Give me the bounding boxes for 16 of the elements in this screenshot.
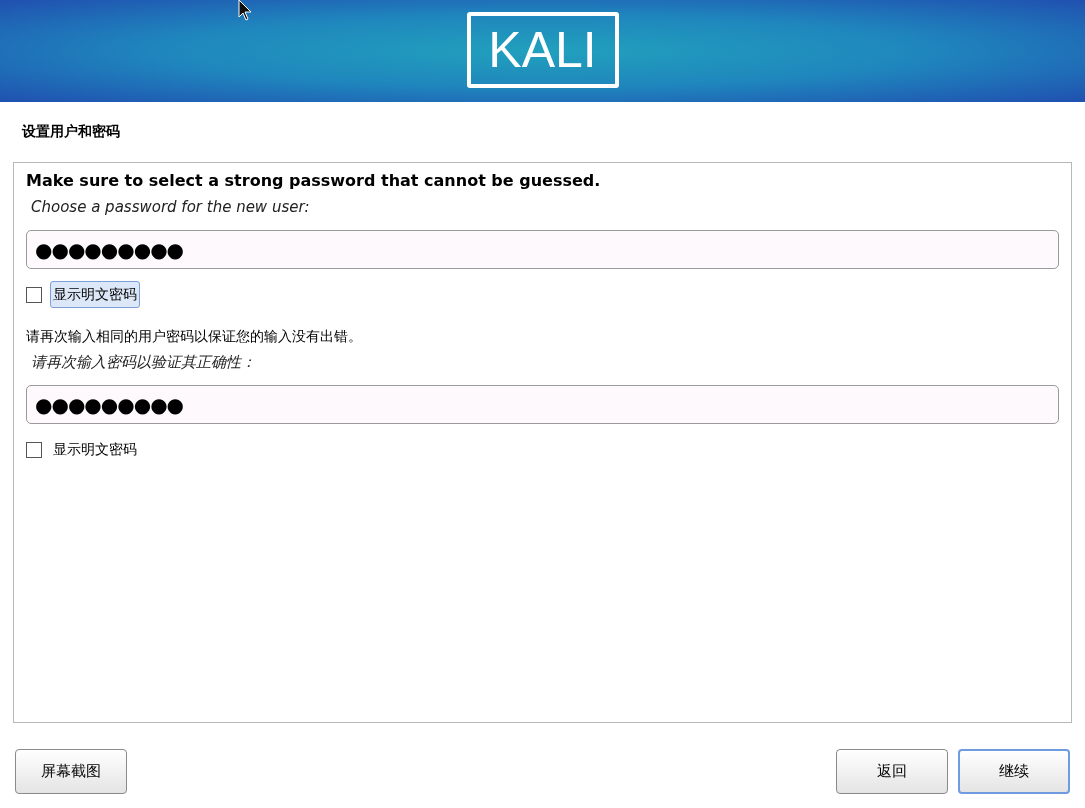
mouse-pointer-icon [238,0,252,21]
checkbox-label[interactable]: 显示明文密码 [50,436,140,463]
section-heading: Make sure to select a strong password that cannot be guessed. [26,171,601,191]
field-prompt: Choose a password for the new user: [31,197,310,217]
dialog-button[interactable]: 返回 [836,749,948,794]
section-heading: 请再次输入相同的用户密码以保证您的输入没有出错。 [26,327,362,346]
logo: KALI [466,12,619,88]
checkbox[interactable] [26,286,42,303]
password-field[interactable]: ●●●●●●●●● [26,385,1059,424]
page-title: 设置用户和密码 [22,122,120,141]
dialog-button[interactable]: 屏幕截图 [15,749,127,794]
field-prompt: 请再次输入密码以验证其正确性： [31,352,256,372]
password-field[interactable]: ●●●●●●●●● [26,230,1059,269]
checkbox[interactable] [26,441,42,458]
checkbox-label[interactable]: 显示明文密码 [50,281,140,308]
dialog-button[interactable]: 继续 [958,749,1070,794]
